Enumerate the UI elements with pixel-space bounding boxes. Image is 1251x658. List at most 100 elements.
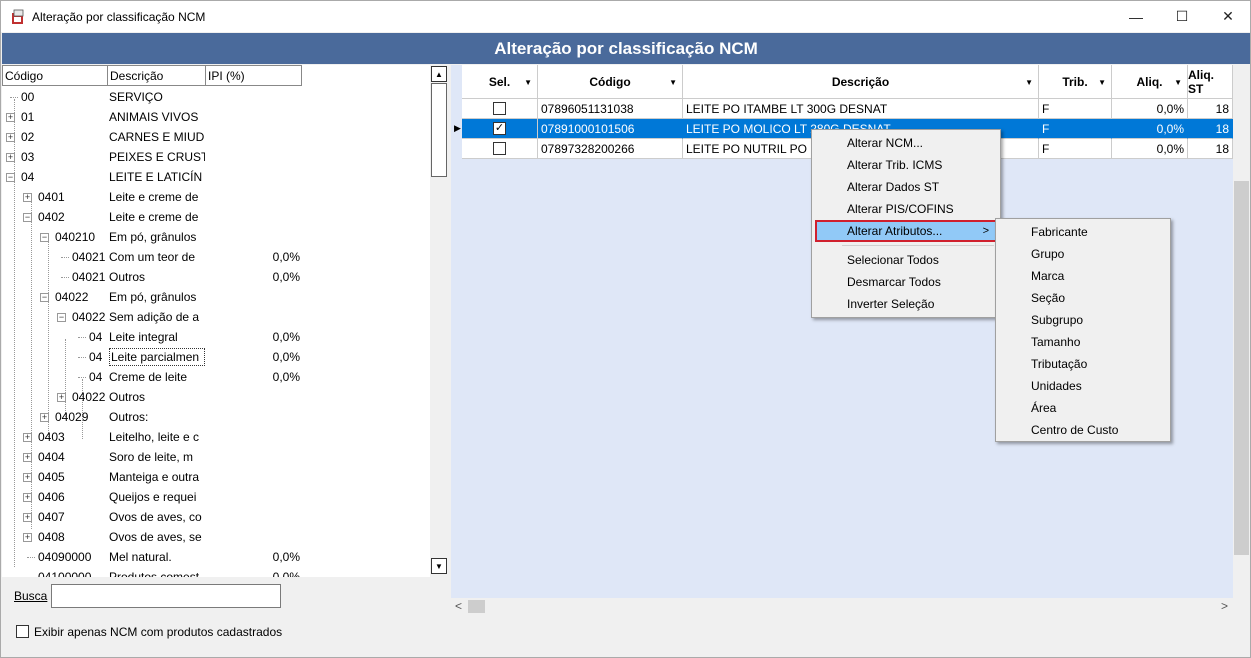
grid-col-codigo[interactable]: Código ▼ <box>538 65 683 99</box>
tree-row[interactable]: +0406 Queijos e requei <box>2 487 430 507</box>
row-checkbox[interactable] <box>493 142 506 155</box>
grid-col-aliq-st[interactable]: Aliq. ST <box>1188 65 1233 99</box>
submenu-item[interactable]: Tributação <box>999 353 1167 375</box>
tree-col-ipi[interactable]: IPI (%) <box>205 65 302 86</box>
grid-col-sel[interactable]: Sel. ▼ <box>462 65 538 99</box>
expand-icon[interactable]: + <box>6 153 15 162</box>
grid-cell-sel[interactable] <box>462 139 538 159</box>
table-row[interactable]: 07896051131038 LEITE PO ITAMBE LT 300G DE… <box>462 99 1233 119</box>
expand-icon[interactable]: + <box>6 113 15 122</box>
grid-cell-sel[interactable] <box>462 99 538 119</box>
grid-vertical-scrollbar[interactable] <box>1233 65 1250 615</box>
tree-row[interactable]: +03 PEIXES E CRUST <box>2 147 430 167</box>
tree-col-codigo[interactable]: Código <box>2 65 107 86</box>
tree-row[interactable]: +0407 Ovos de aves, co <box>2 507 430 527</box>
collapse-icon[interactable]: − <box>40 233 49 242</box>
grid-horizontal-scrollbar[interactable]: < > <box>451 598 1233 615</box>
menu-item[interactable]: Alterar PIS/COFINS <box>815 198 997 220</box>
menu-item[interactable]: Alterar Atributos... > <box>815 220 997 242</box>
grid-col-trib[interactable]: Trib. ▼ <box>1039 65 1112 99</box>
row-checkbox[interactable] <box>493 102 506 115</box>
tree-row[interactable]: 00 SERVIÇO <box>2 87 430 107</box>
chevron-down-icon[interactable]: ▼ <box>1174 78 1182 87</box>
expand-icon[interactable]: + <box>40 413 49 422</box>
grid-vertical-scroll-thumb[interactable] <box>1234 181 1249 555</box>
tree-row[interactable]: +0403 Leitelho, leite e c <box>2 427 430 447</box>
menu-item[interactable]: Selecionar Todos <box>815 249 997 271</box>
expand-icon[interactable]: + <box>23 433 32 442</box>
expand-icon[interactable]: + <box>23 193 32 202</box>
menu-item[interactable]: Alterar Trib. ICMS <box>815 154 997 176</box>
tree-scroll-thumb[interactable] <box>431 83 447 177</box>
tree-row[interactable]: +0401 Leite e creme de <box>2 187 430 207</box>
collapse-icon[interactable]: − <box>23 213 32 222</box>
grid-cell-sel[interactable]: ✓ <box>462 119 538 139</box>
scroll-right-icon[interactable]: > <box>1221 599 1228 613</box>
chevron-down-icon[interactable]: ▼ <box>1098 78 1106 87</box>
chevron-down-icon[interactable]: ▼ <box>1025 78 1033 87</box>
title-bar[interactable]: Alteração por classificação NCM — ☐ ✕ <box>1 1 1250 32</box>
submenu-item[interactable]: Tamanho <box>999 331 1167 353</box>
tree-row[interactable]: −0402 Leite e creme de <box>2 207 430 227</box>
tree-row[interactable]: 04 Leite integral 0,0% <box>2 327 430 347</box>
tree-col-descricao[interactable]: Descrição <box>107 65 205 86</box>
tree-row[interactable]: 04021 Outros 0,0% <box>2 267 430 287</box>
tree-row[interactable]: +0404 Soro de leite, m <box>2 447 430 467</box>
row-checkbox[interactable]: ✓ <box>493 122 506 135</box>
expand-icon[interactable]: + <box>23 533 32 542</box>
menu-item[interactable]: Alterar Dados ST <box>815 176 997 198</box>
expand-icon[interactable]: + <box>23 493 32 502</box>
grid-col-descricao[interactable]: Descrição ▼ <box>683 65 1039 99</box>
submenu-item[interactable]: Grupo <box>999 243 1167 265</box>
submenu-item[interactable]: Seção <box>999 287 1167 309</box>
submenu-item[interactable]: Centro de Custo <box>999 419 1167 441</box>
submenu-item[interactable]: Marca <box>999 265 1167 287</box>
grid-horizontal-scroll-thumb[interactable] <box>468 600 485 613</box>
scroll-up-icon[interactable]: ▲ <box>431 66 447 82</box>
chevron-down-icon[interactable]: ▼ <box>524 78 532 87</box>
tree-row[interactable]: +04029 Outros: <box>2 407 430 427</box>
menu-item[interactable]: Desmarcar Todos <box>815 271 997 293</box>
search-input[interactable] <box>51 584 281 608</box>
menu-item[interactable]: Alterar NCM... <box>815 132 997 154</box>
tree-row[interactable]: −04 LEITE E LATICÍN <box>2 167 430 187</box>
tree-scrollbar[interactable]: ▲ ▼ <box>430 65 448 577</box>
tree-row[interactable]: 04 Creme de leite 0,0% <box>2 367 430 387</box>
menu-item[interactable]: Inverter Seleção <box>815 293 997 315</box>
collapse-icon[interactable]: − <box>57 313 66 322</box>
tree-row[interactable]: 04100000 Produtos comest 0,0% <box>2 567 430 577</box>
expand-icon[interactable]: + <box>23 513 32 522</box>
tree-row[interactable]: +0408 Ovos de aves, se <box>2 527 430 547</box>
tree-row[interactable]: +01 ANIMAIS VIVOS <box>2 107 430 127</box>
tree-row[interactable]: +04022 Outros <box>2 387 430 407</box>
expand-icon[interactable]: + <box>6 133 15 142</box>
submenu-item[interactable]: Unidades <box>999 375 1167 397</box>
minimize-button[interactable]: — <box>1113 1 1159 32</box>
submenu-item[interactable]: Fabricante <box>999 221 1167 243</box>
maximize-button[interactable]: ☐ <box>1159 1 1205 32</box>
chevron-down-icon[interactable]: ▼ <box>669 78 677 87</box>
submenu-item[interactable]: Subgrupo <box>999 309 1167 331</box>
expand-icon[interactable]: + <box>57 393 66 402</box>
filter-checkbox[interactable] <box>16 625 29 638</box>
tree-row[interactable]: 04021 Com um teor de 0,0% <box>2 247 430 267</box>
tree-row[interactable]: −04022 Em pó, grânulos <box>2 287 430 307</box>
submenu-item[interactable]: Área <box>999 397 1167 419</box>
tree-row[interactable]: −04022 Sem adição de a <box>2 307 430 327</box>
filter-checkbox-label[interactable]: Exibir apenas NCM com produtos cadastrad… <box>34 625 282 639</box>
expand-icon[interactable]: + <box>23 473 32 482</box>
close-button[interactable]: ✕ <box>1205 1 1250 32</box>
tree-row[interactable]: 04090000 Mel natural. 0,0% <box>2 547 430 567</box>
tree-code: 0401 <box>38 190 65 204</box>
expand-icon[interactable]: + <box>23 453 32 462</box>
tree-row[interactable]: +02 CARNES E MIUDI <box>2 127 430 147</box>
grid-col-aliq[interactable]: Aliq. ▼ <box>1112 65 1188 99</box>
scroll-left-icon[interactable]: < <box>455 599 462 613</box>
collapse-icon[interactable]: − <box>40 293 49 302</box>
ncm-tree[interactable]: 00 SERVIÇO +01 ANIMAIS VIVOS +02 CARNES E MIU… <box>2 87 430 577</box>
tree-row[interactable]: 04 Leite parcialmen 0,0% <box>2 347 430 367</box>
tree-row[interactable]: −040210 Em pó, grânulos <box>2 227 430 247</box>
scroll-down-icon[interactable]: ▼ <box>431 558 447 574</box>
collapse-icon[interactable]: − <box>6 173 15 182</box>
tree-row[interactable]: +0405 Manteiga e outra <box>2 467 430 487</box>
